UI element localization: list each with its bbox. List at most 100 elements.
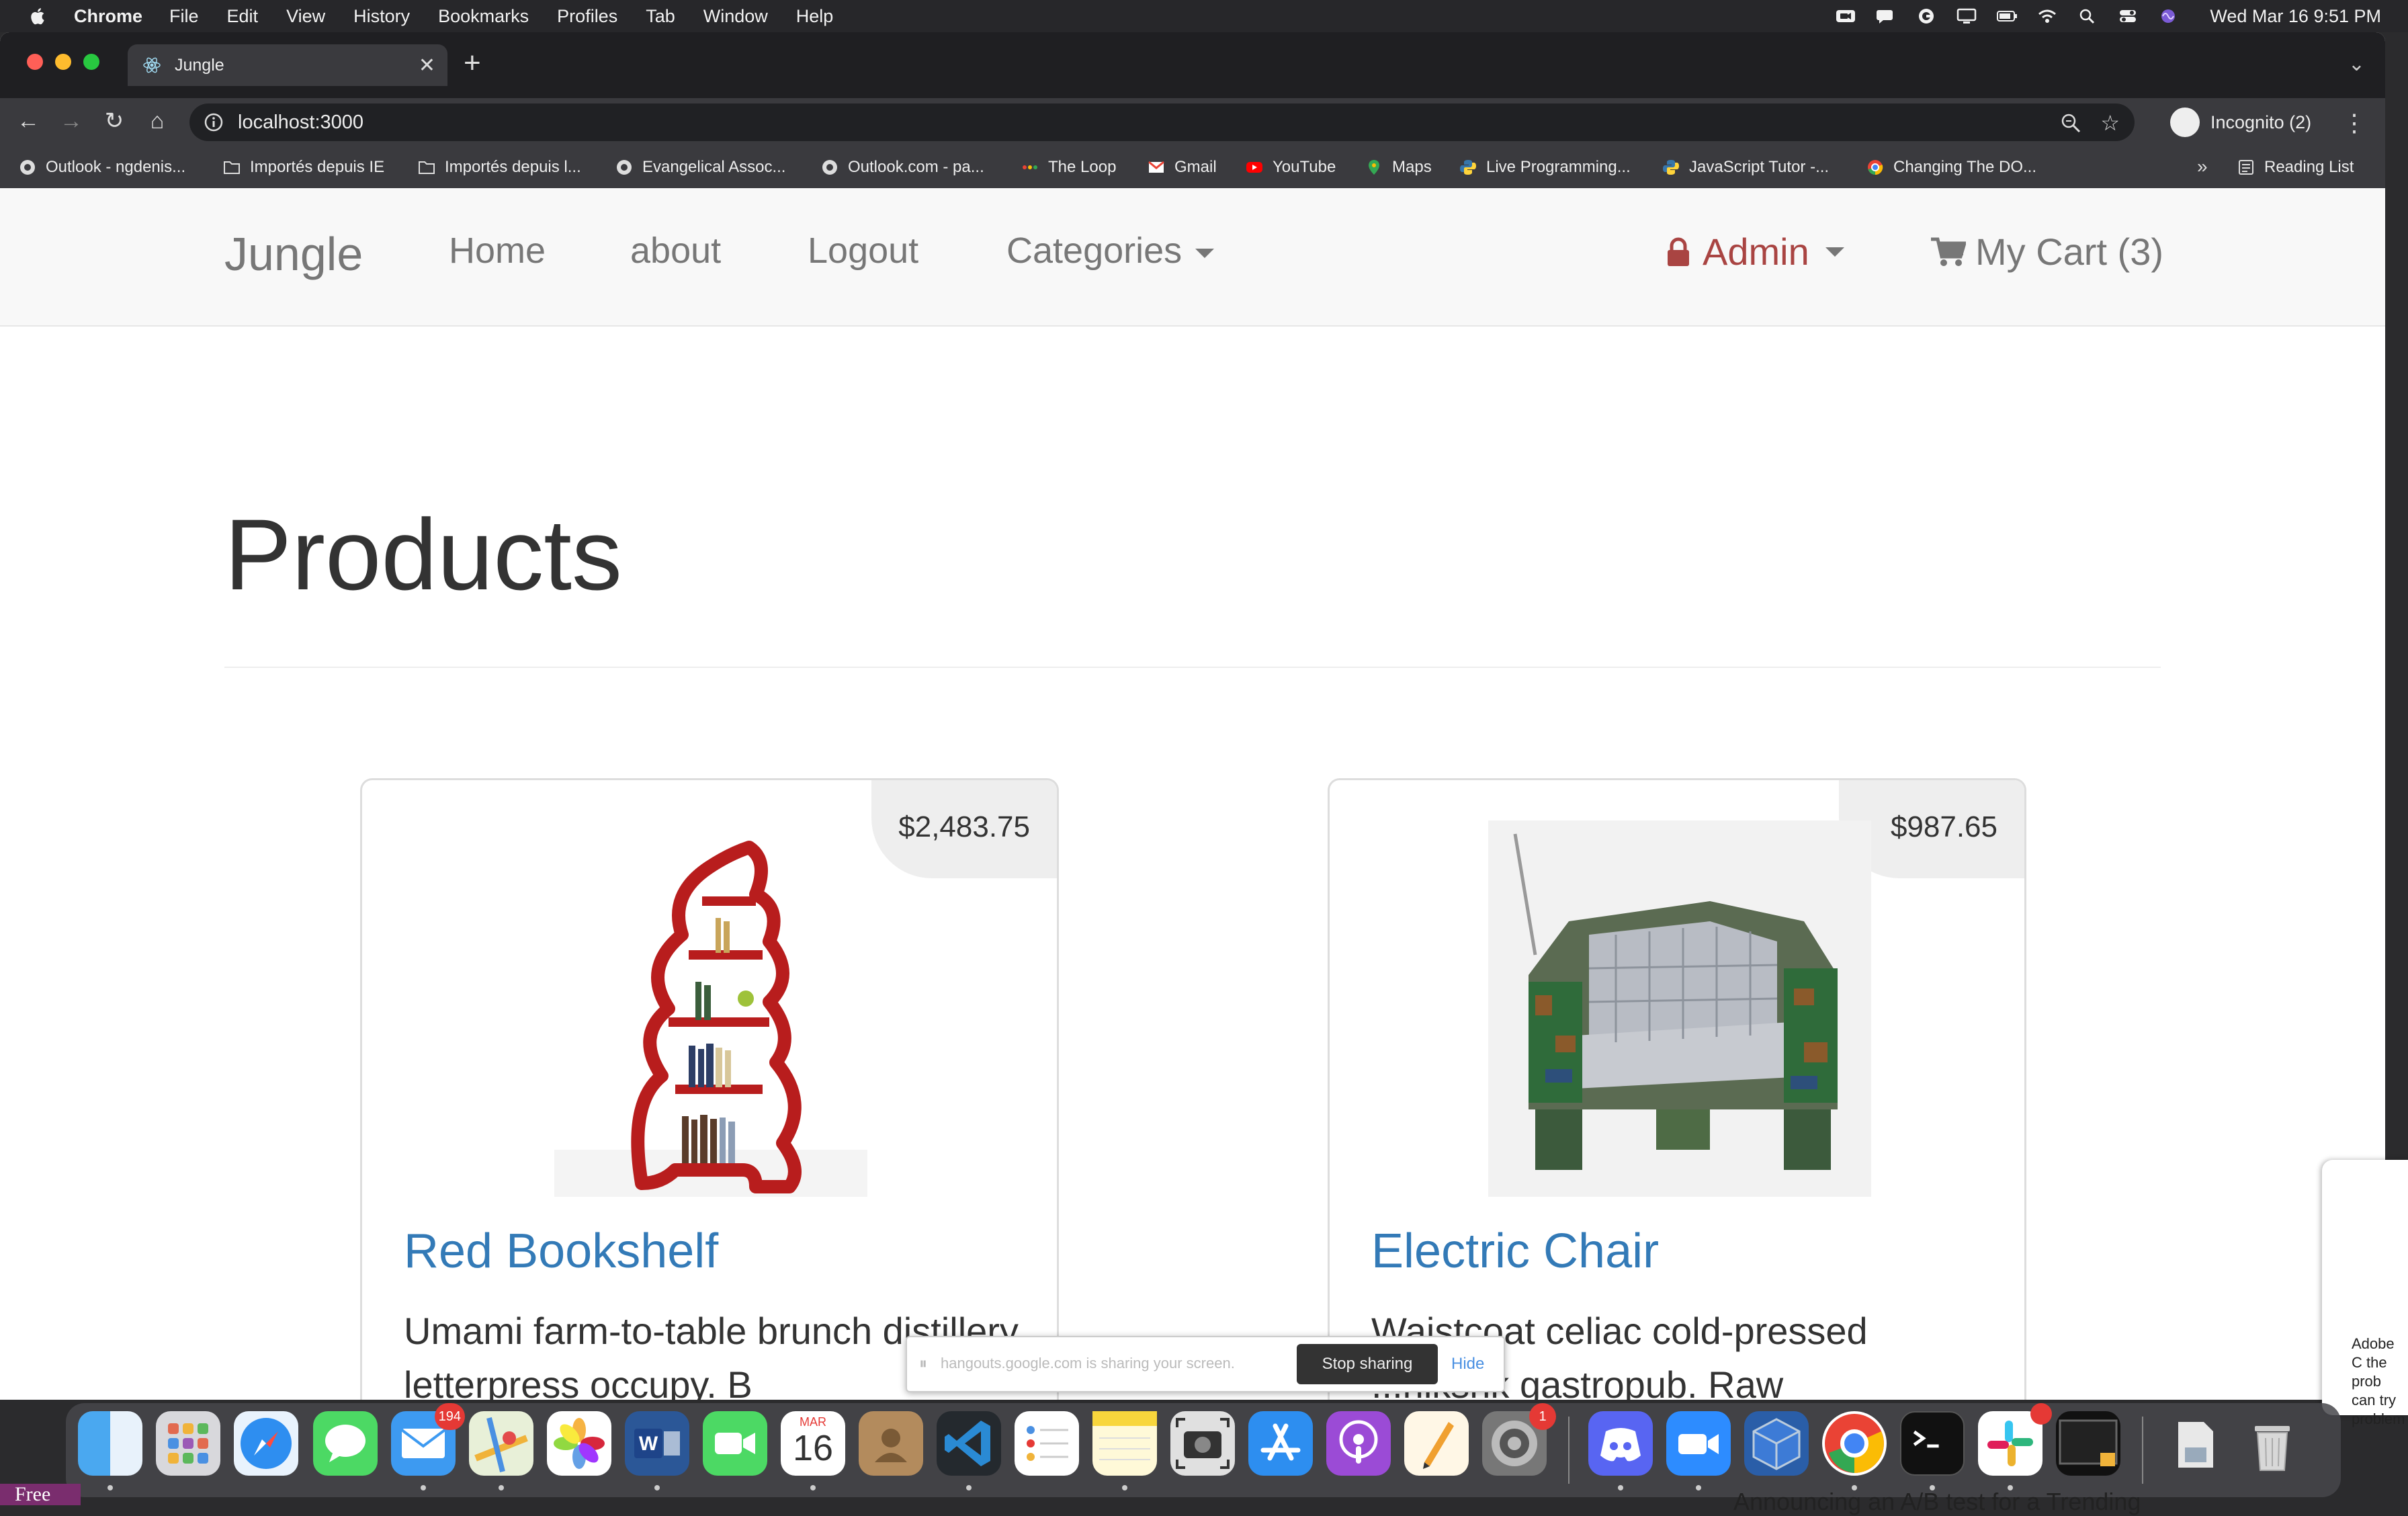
forward-button[interactable]: →: [58, 108, 85, 134]
app-store-icon[interactable]: [1248, 1411, 1313, 1476]
pages-icon[interactable]: [1404, 1411, 1469, 1476]
vscode-icon[interactable]: [937, 1411, 1001, 1476]
nav-about-link[interactable]: about: [630, 230, 721, 271]
hide-share-bar-link[interactable]: Hide: [1451, 1355, 1484, 1374]
word-icon[interactable]: W: [625, 1411, 689, 1476]
menubar-clock[interactable]: Wed Mar 16 9:51 PM: [2210, 6, 2381, 27]
menu-profiles[interactable]: Profiles: [557, 6, 617, 27]
menu-window[interactable]: Window: [703, 6, 768, 27]
system-preferences-icon[interactable]: 1: [1482, 1403, 1556, 1476]
product-title-link[interactable]: Electric Chair: [1371, 1224, 1659, 1279]
menu-bookmarks[interactable]: Bookmarks: [438, 6, 529, 27]
reminders-icon[interactable]: [1015, 1411, 1079, 1476]
bookmark-label: The Loop: [1048, 158, 1117, 176]
profile-label: Incognito (2): [2210, 112, 2312, 132]
home-button[interactable]: ⌂: [144, 108, 171, 134]
menu-tab[interactable]: Tab: [646, 6, 675, 27]
bookmark-gmail[interactable]: Gmail: [1148, 146, 1217, 188]
screenshot-icon[interactable]: [1170, 1411, 1235, 1476]
chrome-icon[interactable]: [1822, 1411, 1887, 1476]
chrome-menu-icon[interactable]: ⋮: [2342, 109, 2366, 137]
minimize-window-button[interactable]: [55, 54, 71, 70]
mail-icon[interactable]: 194: [391, 1403, 465, 1476]
menu-file[interactable]: File: [169, 6, 199, 27]
product-card[interactable]: $2,483.75 Red Bookshelf Umami farm-to-ta…: [360, 778, 1059, 1400]
tab-jungle[interactable]: Jungle ✕: [128, 44, 447, 86]
bookmark-folder-ie[interactable]: Importés depuis IE: [223, 146, 384, 188]
new-tab-button[interactable]: +: [464, 48, 481, 78]
tab-search-chevron-icon[interactable]: ⌄: [2348, 52, 2365, 76]
maps-icon[interactable]: [469, 1411, 533, 1476]
slack-icon[interactable]: [1978, 1403, 2052, 1476]
notes-icon[interactable]: [1092, 1411, 1157, 1476]
reload-button[interactable]: ↻: [101, 108, 128, 134]
podcasts-icon[interactable]: [1326, 1411, 1391, 1476]
bookmark-evangelical[interactable]: Evangelical Assoc...: [615, 146, 785, 188]
bookmark-outlook[interactable]: Outlook - ngdenis...: [19, 146, 185, 188]
menu-history[interactable]: History: [353, 6, 410, 27]
nav-home-link[interactable]: Home: [449, 230, 546, 271]
product-image-red-bookshelf[interactable]: [554, 820, 867, 1197]
bookmark-the-loop[interactable]: The Loop: [1021, 146, 1116, 188]
menu-view[interactable]: View: [286, 6, 325, 27]
display-icon[interactable]: [1956, 8, 1977, 24]
photos-icon[interactable]: [547, 1411, 611, 1476]
discord-icon[interactable]: [1588, 1411, 1653, 1476]
camera-status-icon[interactable]: [1835, 8, 1856, 24]
admin-dropdown[interactable]: Admin: [1666, 230, 1844, 273]
safari-icon[interactable]: [234, 1411, 298, 1476]
nav-categories-dropdown[interactable]: Categories: [1006, 230, 1215, 271]
trash-icon[interactable]: [2240, 1411, 2305, 1476]
bookmark-js-tutor[interactable]: JavaScript Tutor -...: [1662, 146, 1829, 188]
my-cart-link[interactable]: My Cart (3): [1930, 230, 2163, 273]
notification-status-icon[interactable]: [1875, 8, 1897, 24]
messages-icon[interactable]: [313, 1411, 378, 1476]
virtualbox-icon[interactable]: [1744, 1411, 1809, 1476]
app-name-menu[interactable]: Chrome: [74, 6, 142, 27]
launchpad-icon[interactable]: [156, 1411, 220, 1476]
bookmark-live-programming[interactable]: Live Programming...: [1459, 146, 1631, 188]
brand-link[interactable]: Jungle: [224, 227, 363, 281]
facetime-icon[interactable]: [703, 1411, 767, 1476]
drag-handle-icon[interactable]: ⏸: [919, 1355, 927, 1374]
incognito-profile-button[interactable]: Incognito (2): [2170, 103, 2311, 141]
more-bookmarks-icon[interactable]: »: [2197, 156, 2208, 177]
product-title-link[interactable]: Red Bookshelf: [404, 1224, 718, 1279]
bookmark-changing-dom[interactable]: Changing The DO...: [1866, 146, 2036, 188]
bookmark-star-icon[interactable]: ☆: [2100, 110, 2120, 136]
app-window-thumbnail-icon[interactable]: [2056, 1411, 2120, 1476]
siri-icon[interactable]: [2157, 8, 2179, 24]
reading-list-button[interactable]: Reading List: [2237, 146, 2354, 188]
grammarly-icon[interactable]: [1916, 8, 1937, 24]
menu-help[interactable]: Help: [796, 6, 834, 27]
contacts-icon[interactable]: [859, 1411, 923, 1476]
product-image-electric-chair[interactable]: [1488, 820, 1871, 1197]
adobe-notification-panel[interactable]: Adobe C the prob can try problem: [2322, 1160, 2408, 1427]
bookmark-folder-l[interactable]: Importés depuis l...: [418, 146, 581, 188]
bookmark-youtube[interactable]: YouTube: [1246, 146, 1336, 188]
wifi-icon[interactable]: [2036, 8, 2058, 24]
spotlight-search-icon[interactable]: [2077, 8, 2098, 24]
apple-icon[interactable]: [28, 6, 48, 26]
tab-strip: Jungle ✕ + ⌄: [0, 32, 2385, 98]
zoom-icon[interactable]: [2061, 113, 2081, 133]
back-button[interactable]: ←: [15, 108, 42, 134]
nav-logout-link[interactable]: Logout: [808, 230, 918, 271]
control-center-icon[interactable]: [2117, 8, 2139, 24]
calendar-icon[interactable]: MAR 16: [781, 1411, 845, 1476]
bookmark-maps[interactable]: Maps: [1365, 146, 1432, 188]
finder-icon[interactable]: [78, 1411, 142, 1476]
address-bar[interactable]: localhost:3000 ☆: [189, 103, 2135, 141]
stop-sharing-button[interactable]: Stop sharing: [1297, 1344, 1438, 1384]
close-window-button[interactable]: [27, 54, 43, 70]
zoom-icon[interactable]: [1666, 1411, 1731, 1476]
site-info-icon[interactable]: [204, 113, 223, 132]
zoom-window-button[interactable]: [83, 54, 99, 70]
terminal-icon[interactable]: [1900, 1411, 1965, 1476]
menu-edit[interactable]: Edit: [227, 6, 259, 27]
product-card[interactable]: $987.65 Electric Chair Waistcoat celiac …: [1328, 778, 2026, 1400]
downloads-folder-icon[interactable]: [2162, 1411, 2227, 1476]
close-tab-icon[interactable]: ✕: [419, 54, 435, 77]
bookmark-outlook-com[interactable]: Outlook.com - pa...: [821, 146, 984, 188]
battery-icon[interactable]: [1996, 8, 2018, 24]
